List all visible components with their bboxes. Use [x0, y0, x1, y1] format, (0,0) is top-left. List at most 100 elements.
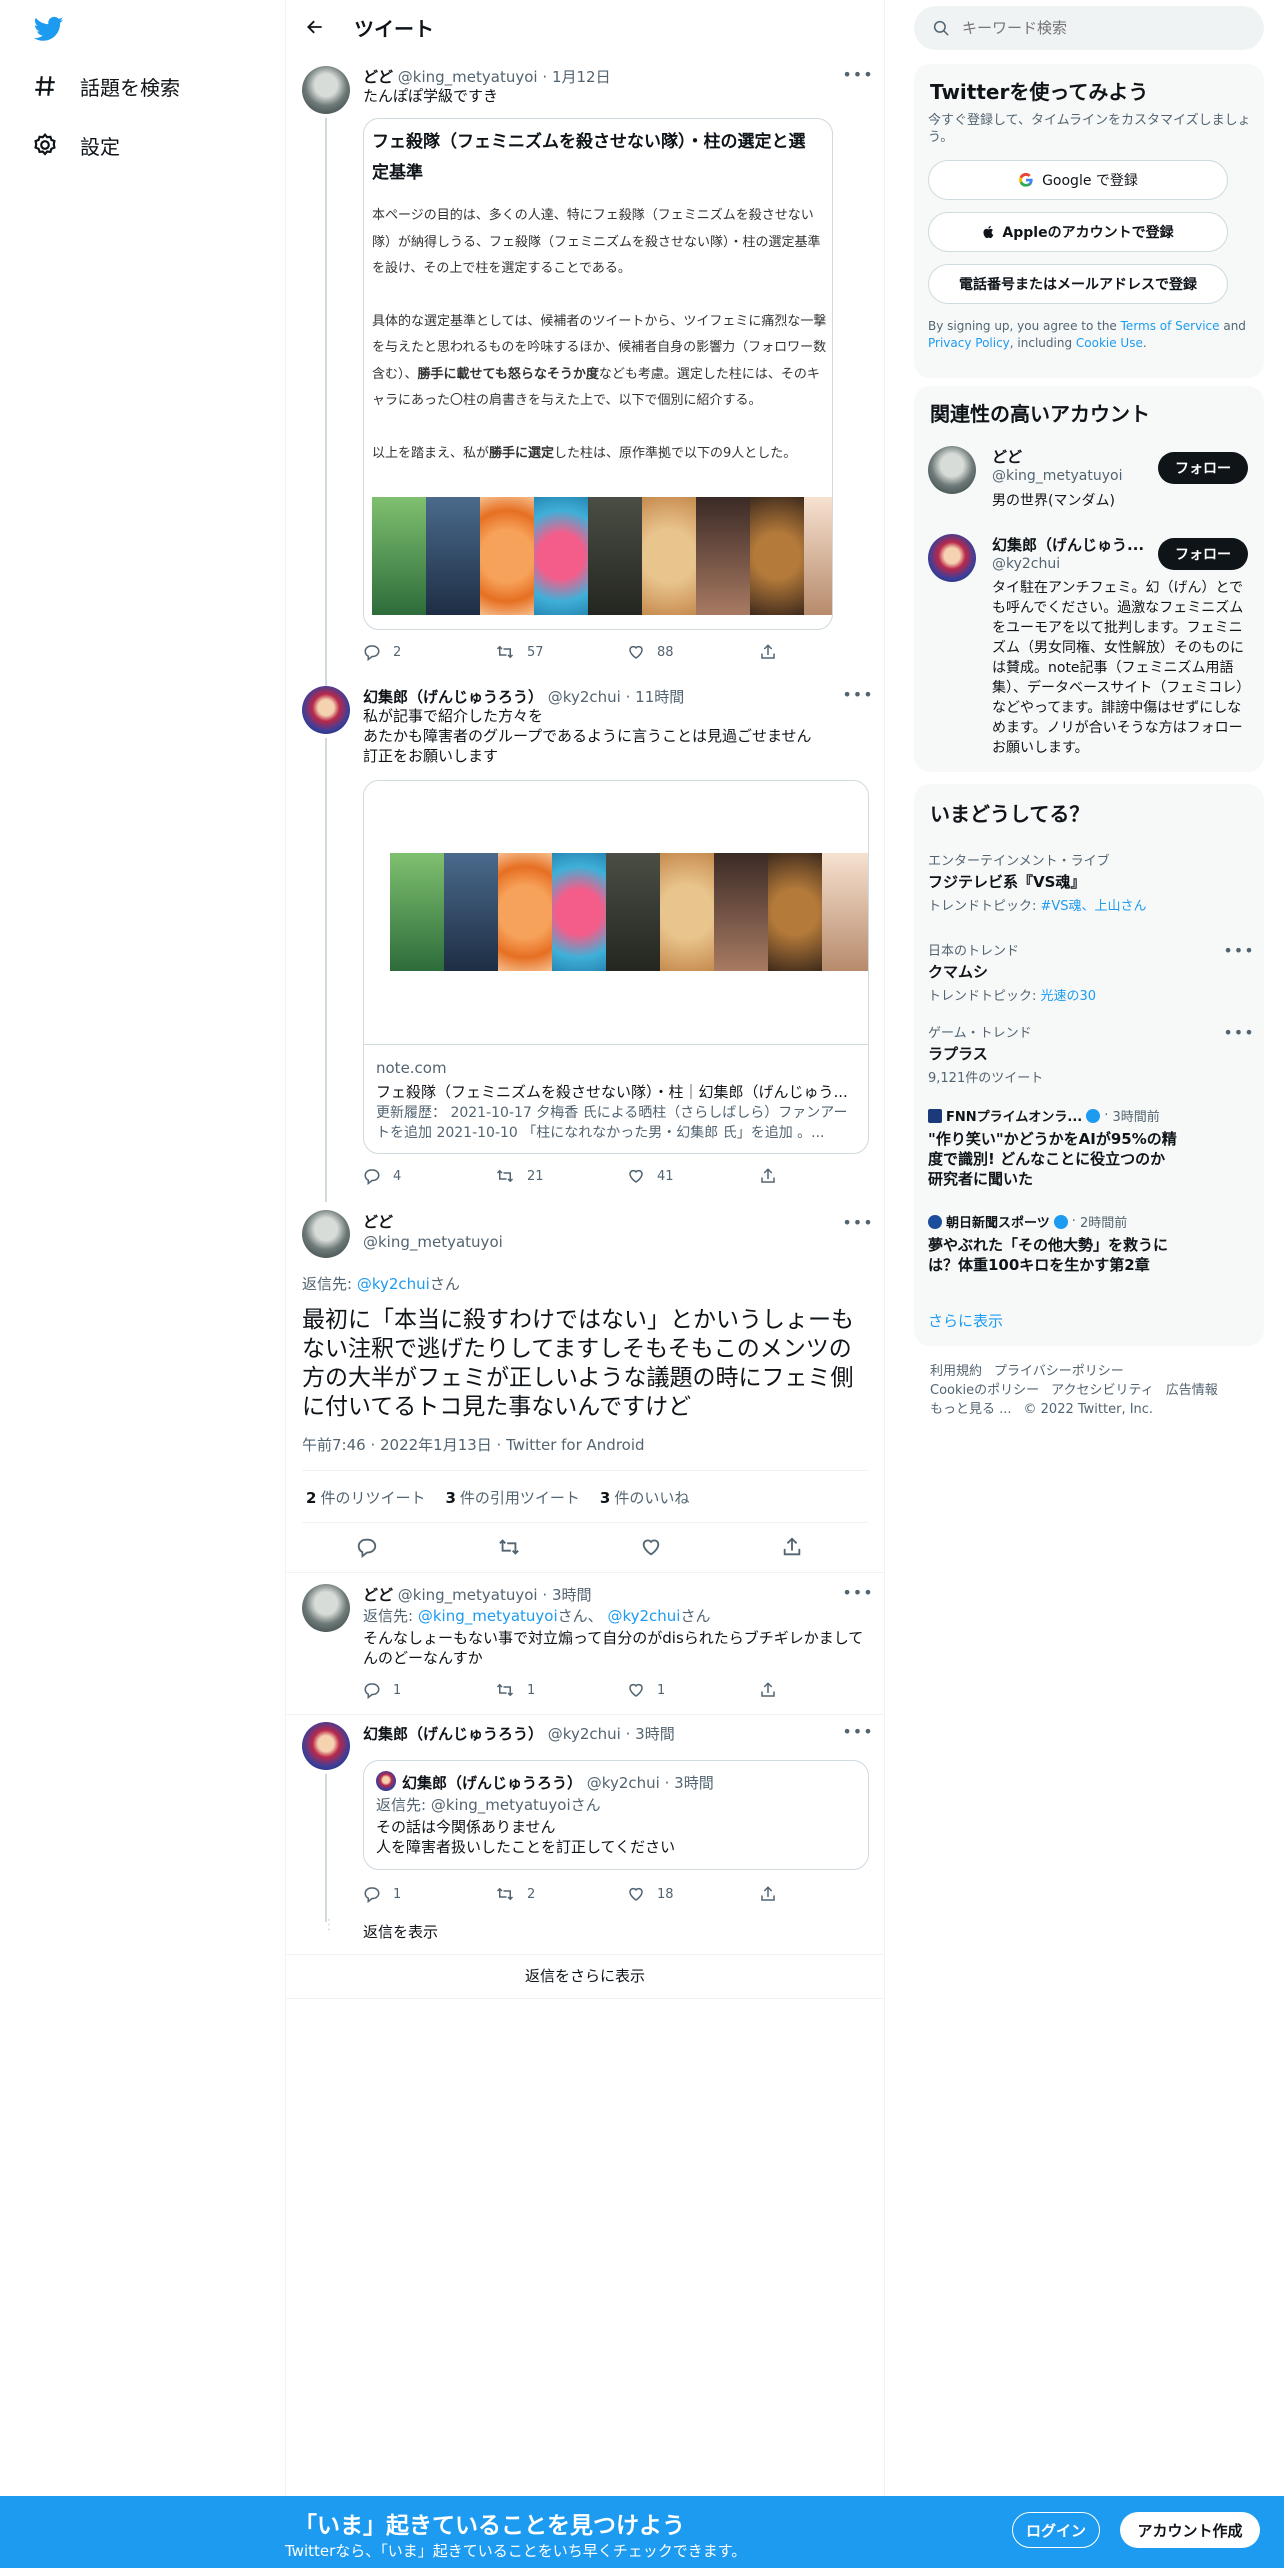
footer-link[interactable]: アクセシビリティ: [1051, 1383, 1154, 1398]
link-card[interactable]: note.com フェ殺隊（フェミニズムを殺させない隊）・柱｜幻集郎（げんじゅう…: [363, 780, 869, 1154]
news-item[interactable]: FNNプライムオンラ... · 3時間前 "作り笑い"かどうかをAIが95%の精…: [928, 1106, 1248, 1189]
tweet-time[interactable]: 11時間: [635, 688, 684, 706]
reply-to-link[interactable]: @ky2chui: [607, 1607, 680, 1625]
pillar-image: [714, 853, 768, 971]
tweet-date[interactable]: 1月12日: [552, 68, 611, 86]
author-name[interactable]: どど: [363, 1586, 393, 1604]
reply-button[interactable]: 1: [363, 1885, 495, 1903]
footer-more-link[interactable]: もっと見る ...: [930, 1402, 1012, 1417]
author-name[interactable]: 幻集郎（げんじゅうろう）: [363, 688, 543, 706]
tweet-time[interactable]: 3時間: [635, 1725, 675, 1743]
tweet-time[interactable]: 3時間: [552, 1586, 592, 1604]
cookie-link[interactable]: Cookie Use: [1076, 336, 1143, 350]
avatar[interactable]: [928, 534, 976, 582]
trend-item[interactable]: 日本のトレンド クマムシ トレンドトピック: 光速の30: [928, 940, 1248, 1004]
privacy-link[interactable]: Privacy Policy: [928, 336, 1010, 350]
footer-link[interactable]: 利用規約: [930, 1364, 982, 1379]
author-name[interactable]: 幻集郎（げんじゅうろう）: [363, 1725, 543, 1743]
like-button[interactable]: 18: [627, 1885, 759, 1903]
trend-item[interactable]: エンターテインメント・ライブ フジテレビ系『VS魂』 トレンドトピック: #VS…: [928, 850, 1248, 914]
share-button[interactable]: [781, 1536, 815, 1558]
avatar[interactable]: [302, 1210, 350, 1258]
trend-topic-link[interactable]: 光速の30: [1041, 989, 1097, 1004]
terms-link[interactable]: Terms of Service: [1121, 319, 1220, 333]
more-options-icon[interactable]: •••: [842, 1721, 872, 1741]
account-name[interactable]: どど: [992, 446, 1022, 467]
news-source: FNNプライムオンラ...: [946, 1110, 1083, 1125]
search-input[interactable]: [962, 19, 1242, 37]
verified-badge-icon: [1053, 1214, 1068, 1229]
show-replies-link[interactable]: 返信を表示: [363, 1922, 438, 1942]
more-options-icon[interactable]: •••: [842, 64, 872, 84]
more-options-icon[interactable]: •••: [842, 684, 872, 704]
tweet-timestamp[interactable]: 午前7:46 · 2022年1月13日 · Twitter for Androi…: [302, 1434, 645, 1455]
footer-link[interactable]: Cookieのポリシー: [930, 1383, 1039, 1398]
account-name[interactable]: 幻集郎（げんじゅう...: [992, 534, 1144, 555]
reply-to-line: 返信先: @king_metyatuyoiさん、 @ky2chuiさん: [363, 1606, 710, 1626]
author-handle[interactable]: @ky2chui: [548, 1725, 621, 1743]
follow-button[interactable]: フォロー: [1158, 538, 1248, 570]
more-options-icon[interactable]: •••: [1223, 940, 1253, 960]
apple-signup-button[interactable]: Appleのアカウントで登録: [928, 212, 1228, 252]
reply-button[interactable]: 2: [363, 643, 495, 661]
footer-link[interactable]: プライバシーポリシー: [994, 1364, 1124, 1379]
login-button[interactable]: ログイン: [1012, 2512, 1100, 2548]
back-button[interactable]: [298, 10, 332, 44]
trend-topic-link[interactable]: #VS魂、上山さん: [1041, 899, 1147, 914]
note-article-card[interactable]: フェ殺隊（フェミニズムを殺させない隊）・柱の選定と選定基準 本ページの目的は、多…: [363, 118, 833, 630]
show-more-replies-link[interactable]: 返信をさらに表示: [286, 1966, 884, 1986]
news-item[interactable]: 朝日新聞スポーツ · 2時間前 夢やぶれた「その他大勢」を救うには？体重100キ…: [928, 1212, 1248, 1275]
reply-to-link[interactable]: @ky2chui: [357, 1275, 430, 1293]
share-button[interactable]: [759, 643, 789, 661]
reply-to-link[interactable]: @king_metyatuyoi: [418, 1607, 558, 1625]
nav-settings[interactable]: 設定: [30, 117, 120, 173]
follow-button[interactable]: フォロー: [1158, 452, 1248, 484]
more-options-icon[interactable]: •••: [1223, 1022, 1253, 1042]
trend-item[interactable]: ゲーム・トレンド ラプラス 9,121件のツイート: [928, 1022, 1248, 1086]
nav-explore[interactable]: 話題を検索: [30, 58, 180, 114]
author-handle[interactable]: @king_metyatuyoi: [398, 1586, 538, 1604]
retweet-button[interactable]: 2: [495, 1885, 627, 1903]
avatar[interactable]: [928, 446, 976, 494]
retweet-button[interactable]: 1: [495, 1681, 627, 1699]
quoted-header: 幻集郎（げんじゅうろう） @ky2chui · 3時間: [402, 1772, 714, 1793]
reply-button[interactable]: 4: [363, 1167, 495, 1185]
author-handle[interactable]: @king_metyatuyoi: [398, 68, 538, 86]
twitter-bird-icon[interactable]: [32, 14, 66, 44]
heart-icon: [629, 1683, 643, 1697]
like-stat[interactable]: 3 件のいいね: [600, 1487, 689, 1508]
tweet-line: 私が記事で紹介した方々を: [363, 707, 544, 725]
author-name[interactable]: どど: [363, 68, 393, 86]
avatar[interactable]: [302, 66, 350, 114]
like-button[interactable]: 41: [627, 1167, 759, 1185]
author-handle[interactable]: @ky2chui: [548, 688, 621, 706]
retweet-button[interactable]: [497, 1536, 533, 1558]
footer-link[interactable]: 広告情報: [1166, 1383, 1218, 1398]
phone-email-signup-button[interactable]: 電話番号またはメールアドレスで登録: [928, 264, 1228, 304]
card-bold-text: 勝手に載せても怒らなそうか度: [417, 366, 599, 382]
avatar[interactable]: [302, 686, 350, 734]
quoted-tweet[interactable]: 幻集郎（げんじゅうろう） @ky2chui · 3時間 返信先: @king_m…: [363, 1760, 869, 1870]
quote-stat[interactable]: 3 件の引用ツイート: [445, 1487, 579, 1508]
like-button[interactable]: 88: [627, 643, 759, 661]
search-box[interactable]: [914, 6, 1264, 50]
like-button[interactable]: 1: [627, 1681, 759, 1699]
share-button[interactable]: [759, 1167, 789, 1185]
share-button[interactable]: [759, 1681, 789, 1699]
more-options-icon[interactable]: •••: [842, 1212, 872, 1232]
retweet-button[interactable]: 21: [495, 1167, 627, 1185]
avatar[interactable]: [302, 1722, 350, 1770]
like-button[interactable]: [640, 1536, 674, 1558]
share-button[interactable]: [759, 1885, 789, 1903]
reply-button[interactable]: 1: [363, 1681, 495, 1699]
show-more-trends-link[interactable]: さらに表示: [928, 1310, 1003, 1331]
reply-button[interactable]: [356, 1536, 390, 1558]
google-signup-button[interactable]: Google で登録: [928, 160, 1228, 200]
retweet-stat[interactable]: 2 件のリツイート: [306, 1487, 425, 1508]
retweet-button[interactable]: 57: [495, 643, 627, 661]
create-account-button[interactable]: アカウント作成: [1120, 2512, 1260, 2548]
more-options-icon[interactable]: •••: [842, 1582, 872, 1602]
avatar[interactable]: [302, 1584, 350, 1632]
author-name[interactable]: どど: [363, 1212, 503, 1232]
author-handle[interactable]: @king_metyatuyoi: [363, 1232, 503, 1252]
